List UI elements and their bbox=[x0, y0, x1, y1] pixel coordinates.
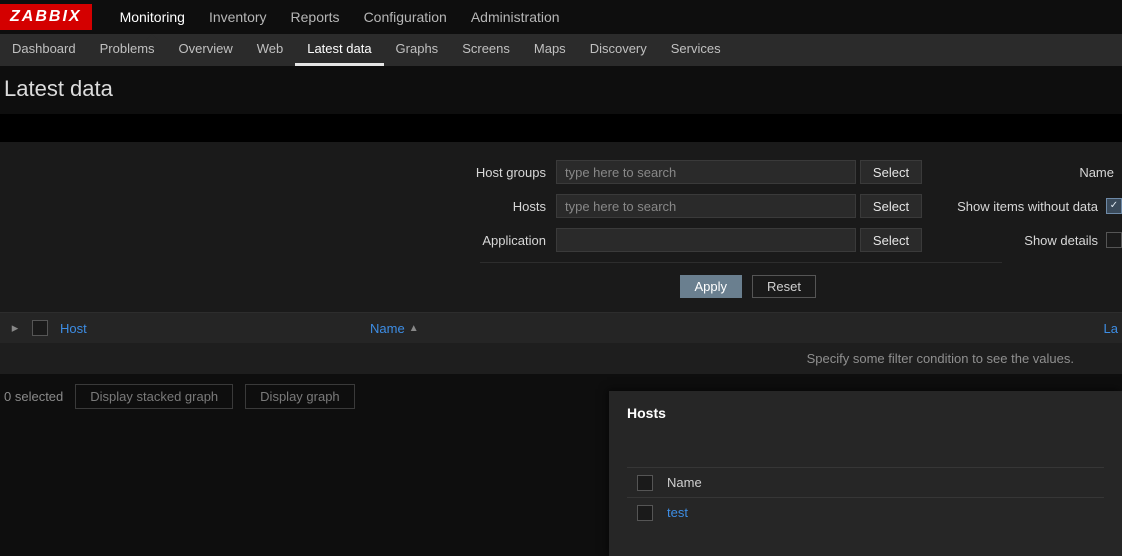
subnav-web[interactable]: Web bbox=[245, 34, 296, 66]
popup-select-all-checkbox[interactable] bbox=[637, 475, 653, 491]
mainnav-reports[interactable]: Reports bbox=[279, 0, 352, 34]
main-nav: Monitoring Inventory Reports Configurati… bbox=[108, 0, 572, 34]
hostgroups-select-button[interactable]: Select bbox=[860, 160, 922, 184]
subnav-screens[interactable]: Screens bbox=[450, 34, 522, 66]
hosts-popup-row-name[interactable]: test bbox=[667, 505, 688, 520]
filter-label-name: Name bbox=[922, 165, 1122, 180]
top-bar: ZABBIX Monitoring Inventory Reports Conf… bbox=[0, 0, 1122, 34]
apply-button[interactable]: Apply bbox=[680, 275, 743, 298]
subnav-dashboard[interactable]: Dashboard bbox=[0, 34, 88, 66]
filter-label-showwithoutdata: Show items without data bbox=[922, 199, 1106, 214]
subnav-maps[interactable]: Maps bbox=[522, 34, 578, 66]
empty-hint: Specify some filter condition to see the… bbox=[0, 343, 1122, 374]
hosts-popup-header: Name bbox=[627, 467, 1104, 497]
column-name[interactable]: Name ▲ bbox=[364, 321, 1014, 336]
subnav-graphs[interactable]: Graphs bbox=[384, 34, 451, 66]
page-title: Latest data bbox=[0, 66, 1122, 114]
column-last[interactable]: La bbox=[1098, 321, 1118, 336]
sort-asc-icon: ▲ bbox=[409, 323, 419, 334]
mainnav-monitoring[interactable]: Monitoring bbox=[108, 0, 197, 34]
popup-row-checkbox[interactable] bbox=[637, 505, 653, 521]
application-select-button[interactable]: Select bbox=[860, 228, 922, 252]
hostgroups-input[interactable] bbox=[556, 160, 856, 184]
show-without-data-checkbox[interactable] bbox=[1106, 198, 1122, 214]
subnav-discovery[interactable]: Discovery bbox=[578, 34, 659, 66]
expand-all-icon[interactable]: ▸ bbox=[4, 320, 26, 336]
table-header: ▸ Host Name ▲ La bbox=[0, 313, 1122, 343]
filter-panel: Host groups Select Name Hosts Select Sho… bbox=[0, 142, 1122, 313]
mainnav-configuration[interactable]: Configuration bbox=[352, 0, 459, 34]
filter-label-hostgroups: Host groups bbox=[0, 165, 556, 180]
hosts-popup-column-name: Name bbox=[667, 475, 702, 490]
column-name-label: Name bbox=[370, 321, 405, 336]
subnav-overview[interactable]: Overview bbox=[167, 34, 245, 66]
filter-label-application: Application bbox=[0, 233, 556, 248]
filter-label-hosts: Hosts bbox=[0, 199, 556, 214]
separator bbox=[0, 114, 1122, 142]
filter-label-showdetails: Show details bbox=[922, 233, 1106, 248]
show-details-checkbox[interactable] bbox=[1106, 232, 1122, 248]
column-host[interactable]: Host bbox=[54, 321, 364, 336]
subnav-latestdata[interactable]: Latest data bbox=[295, 34, 383, 66]
hosts-popup-title: Hosts bbox=[627, 405, 1104, 421]
brand-logo[interactable]: ZABBIX bbox=[0, 4, 92, 30]
select-all-checkbox[interactable] bbox=[32, 320, 48, 336]
application-input[interactable] bbox=[556, 228, 856, 252]
sub-nav: Dashboard Problems Overview Web Latest d… bbox=[0, 34, 1122, 66]
mainnav-inventory[interactable]: Inventory bbox=[197, 0, 279, 34]
mainnav-administration[interactable]: Administration bbox=[459, 0, 572, 34]
hosts-select-button[interactable]: Select bbox=[860, 194, 922, 218]
hosts-popup-row: test bbox=[627, 497, 1104, 527]
selected-count: 0 selected bbox=[4, 389, 63, 404]
hosts-input[interactable] bbox=[556, 194, 856, 218]
display-stacked-graph-button[interactable]: Display stacked graph bbox=[75, 384, 233, 409]
reset-button[interactable]: Reset bbox=[752, 275, 816, 298]
display-graph-button[interactable]: Display graph bbox=[245, 384, 355, 409]
hosts-popup: Hosts Name test bbox=[609, 391, 1122, 556]
subnav-services[interactable]: Services bbox=[659, 34, 733, 66]
